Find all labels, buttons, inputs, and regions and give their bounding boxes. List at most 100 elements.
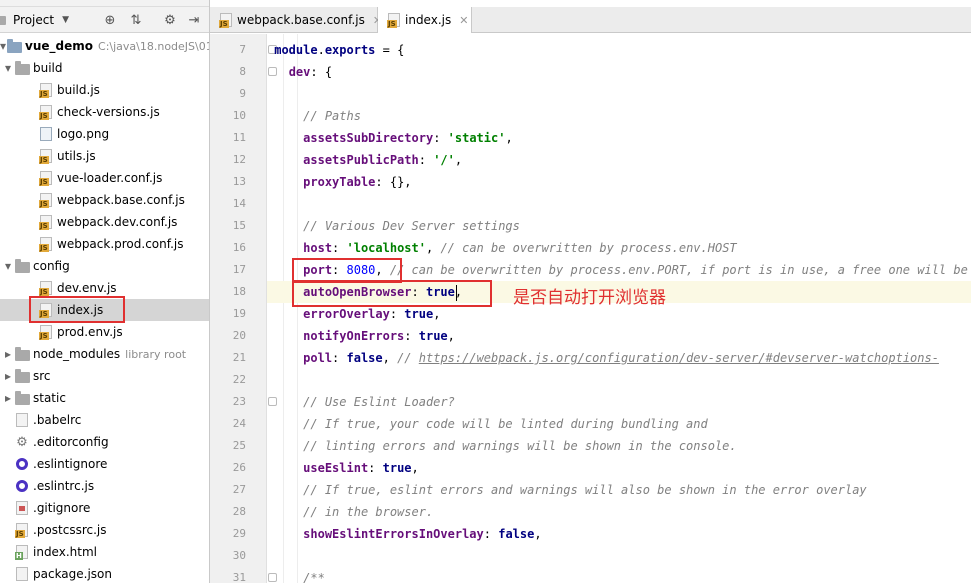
tree-item[interactable]: logo.png (0, 123, 209, 145)
code-line: assetsSubDirectory: 'static', (267, 127, 971, 149)
hide-panel-icon[interactable]: ⇥ (186, 12, 202, 28)
tree-item[interactable]: ▾ config (0, 255, 209, 277)
tree-item-label: node_modules (33, 347, 121, 361)
gear-icon: ⚙ (16, 434, 28, 450)
tree-item-label: utils.js (57, 149, 96, 163)
code-token: : (404, 329, 419, 343)
tree-item[interactable]: ▸ static (0, 387, 209, 409)
code-token: = { (375, 43, 405, 57)
tree-item[interactable]: ▸ src (0, 365, 209, 387)
code-token: useEslint (303, 461, 369, 475)
tree-item[interactable]: ▾ build (0, 57, 209, 79)
tree-item-label: webpack.dev.conf.js (57, 215, 178, 229)
chevron-right-icon[interactable]: ▸ (2, 369, 14, 383)
code-line: // linting errors and warnings will be s… (267, 435, 971, 457)
tree-item[interactable]: .gitignore (0, 497, 209, 519)
code-token: false (498, 527, 535, 541)
tree-item[interactable]: check-versions.js (0, 101, 209, 123)
tree-item-label: package.json (33, 567, 113, 581)
chevron-down-icon[interactable]: ▾ (2, 61, 14, 75)
code-line: // in the browser. (267, 501, 971, 523)
tree-item[interactable]: .postcssrc.js (0, 519, 209, 541)
chevron-right-icon[interactable]: ▸ (2, 347, 14, 361)
chevron-right-icon[interactable]: ▸ (2, 391, 14, 405)
tree-item[interactable]: .babelrc (0, 409, 209, 431)
tree-item-label: src (33, 369, 51, 383)
line-number: 8 (239, 65, 246, 78)
eslint-icon (14, 456, 30, 472)
collapse-all-icon[interactable]: ⇅ (128, 12, 144, 28)
js-file-icon (38, 192, 54, 208)
tab-label: index.js (405, 13, 452, 27)
code-token: poll (303, 351, 333, 365)
tree-item[interactable]: .eslintrc.js (0, 475, 209, 497)
tree-item[interactable]: ▸ node_modules library root (0, 343, 209, 365)
chevron-down-icon[interactable]: ▾ (2, 259, 14, 273)
code-line: // Use Eslint Loader? (267, 391, 971, 413)
gear-icon[interactable]: ⚙ (162, 12, 178, 28)
code-link[interactable]: https://webpack.js.org/configuration/dev… (419, 351, 939, 365)
tree-item[interactable]: index.html (0, 541, 209, 563)
line-number: 22 (232, 373, 246, 386)
folder-icon (14, 368, 30, 384)
folder-icon (6, 38, 22, 54)
tab-webpack-base-conf[interactable]: webpack.base.conf.js ✕ (210, 7, 382, 33)
tree-item[interactable]: utils.js (0, 145, 209, 167)
line-number: 9 (239, 87, 246, 100)
code-line: assetsPublicPath: '/', (267, 149, 971, 171)
code-token: // If true, eslint errors and warnings w… (303, 483, 867, 497)
tree-item-label: vue_demo (25, 39, 94, 53)
code-token: false (346, 351, 383, 365)
config-file-icon (14, 412, 30, 428)
tab-index-js[interactable]: index.js ✕ (378, 7, 472, 33)
code-token: // Various Dev Server settings (303, 219, 520, 233)
code-token: '/' (433, 153, 455, 167)
tree-item[interactable]: webpack.dev.conf.js (0, 211, 209, 233)
tree-item[interactable]: webpack.prod.conf.js (0, 233, 209, 255)
config-file-icon (14, 566, 30, 582)
tree-item-label: webpack.prod.conf.js (57, 237, 184, 251)
project-view-selector[interactable]: Project (13, 13, 54, 27)
tree-item[interactable]: build.js (0, 79, 209, 101)
close-icon[interactable]: ✕ (459, 14, 468, 27)
code-token: , (454, 153, 463, 167)
code-token: // Use Eslint Loader? (303, 395, 455, 409)
line-number: 24 (232, 417, 246, 430)
chevron-down-icon[interactable]: ▼ (62, 15, 69, 25)
code-token: /** (303, 571, 325, 583)
tree-item[interactable]: ⚙ .editorconfig (0, 431, 209, 453)
locate-icon[interactable]: ⊕ (102, 12, 118, 28)
code-token: : (389, 307, 405, 321)
code-token: 'localhost' (346, 241, 426, 255)
code-line: poll: false, // https://webpack.js.org/c… (267, 347, 971, 369)
folder-icon (14, 258, 30, 274)
top-strip (0, 0, 209, 7)
tree-item-label: vue-loader.conf.js (57, 171, 163, 185)
tree-item-label: static (33, 391, 66, 405)
tree-item[interactable]: webpack.base.conf.js (0, 189, 209, 211)
tree-item[interactable]: .eslintignore (0, 453, 209, 475)
js-file-icon (38, 214, 54, 230)
code-line: module.exports = { (267, 39, 971, 61)
code-token: proxyTable (303, 175, 376, 189)
project-toolbar: Project ▼ ⊕ ⇅ ⚙ ⇥ (0, 7, 209, 33)
code-editor[interactable]: module.exports = { dev: { // Paths asset… (267, 34, 971, 583)
line-number: 23 (232, 395, 246, 408)
tree-item[interactable]: ▾ vue_demo C:\java\18.nodeJS\01.s (0, 35, 209, 57)
code-token: // If true, your code will be linted dur… (303, 417, 708, 431)
tree-item[interactable]: prod.env.js (0, 321, 209, 343)
tree-item-label: .gitignore (33, 501, 91, 515)
html-file-icon (14, 544, 30, 560)
tree-item[interactable]: package.json (0, 563, 209, 583)
tree-item[interactable]: vue-loader.conf.js (0, 167, 209, 189)
code-token: // Paths (303, 109, 361, 123)
tree-item-label: dev.env.js (57, 281, 117, 295)
code-token: , (433, 307, 441, 321)
